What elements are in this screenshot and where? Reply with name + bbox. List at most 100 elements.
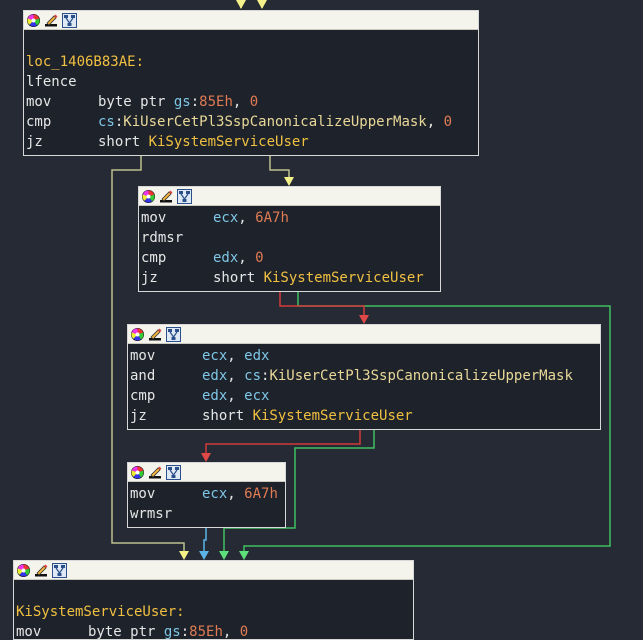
branch-target[interactable]: KiSystemServiceUser bbox=[253, 408, 413, 424]
register-operand: ecx bbox=[202, 348, 228, 364]
mnemonic: mov bbox=[26, 94, 52, 110]
operand-text: short bbox=[213, 270, 264, 286]
instruction-line[interactable]: jz short KiSystemServiceUser bbox=[130, 406, 600, 426]
color-wheel-icon[interactable] bbox=[130, 465, 145, 480]
mnemonic: jz bbox=[141, 270, 158, 286]
code-label[interactable]: KiSystemServiceUser: bbox=[16, 602, 413, 622]
operand-text: , bbox=[227, 348, 245, 364]
instruction-line[interactable]: and edx, cs:KiUserCetPl3SspCanonicalizeUp… bbox=[130, 366, 600, 386]
immediate-operand: 85Eh bbox=[199, 94, 233, 110]
segment-register: cs bbox=[98, 114, 115, 130]
instruction-line[interactable]: mov ecx, edx bbox=[130, 346, 600, 366]
graph-view-icon[interactable] bbox=[52, 562, 67, 578]
incoming-edges bbox=[236, 0, 267, 9]
register-operand: edx bbox=[213, 250, 239, 266]
instruction-line[interactable]: cmp cs:KiUserCetPl3SspCanonicalizeUpperMa… bbox=[26, 112, 478, 132]
mnemonic: wrmsr bbox=[130, 506, 173, 522]
edit-pen-icon[interactable] bbox=[148, 327, 163, 342]
mnemonic: lfence bbox=[26, 74, 77, 90]
register-operand: ecx bbox=[244, 388, 270, 404]
edge-node2-to-node3[interactable] bbox=[279, 292, 369, 324]
operand-text: , bbox=[232, 94, 250, 110]
graph-view-icon[interactable] bbox=[166, 326, 181, 342]
node-header[interactable] bbox=[128, 325, 600, 344]
node-body: mov ecx, 6A7h wrmsr bbox=[128, 482, 285, 524]
symbol-reference[interactable]: KiUserCetPl3SspCanonicalizeUpperMask bbox=[269, 368, 572, 384]
instruction-line[interactable]: rdmsr bbox=[141, 228, 440, 248]
node-header[interactable] bbox=[139, 187, 440, 206]
mnemonic: mov bbox=[130, 486, 156, 502]
edge-node3-to-node4[interactable] bbox=[201, 430, 361, 462]
edge-node1-to-node2[interactable] bbox=[269, 156, 294, 186]
branch-target[interactable]: KiSystemServiceUser bbox=[149, 134, 309, 150]
graph-view-icon[interactable] bbox=[177, 188, 192, 204]
mnemonic: mov bbox=[141, 210, 167, 226]
node-body: KiSystemServiceUser: mov byte ptr gs:85Eh,… bbox=[14, 580, 413, 640]
immediate-operand: 0 bbox=[443, 114, 453, 130]
graph-node-rdmsr-block[interactable]: mov ecx, 6A7h rdmsr cmp edx, 0 jz short KiSyst… bbox=[138, 186, 441, 292]
mnemonic: jz bbox=[26, 134, 43, 150]
graph-node-and-mask-block[interactable]: mov ecx, edx and edx, cs:KiUserCetPl3SspCan… bbox=[127, 324, 601, 430]
mnemonic: jz bbox=[130, 408, 147, 424]
operand-text: , bbox=[227, 368, 245, 384]
edit-pen-icon[interactable] bbox=[159, 189, 174, 204]
instruction-line[interactable]: jz short KiSystemServiceUser bbox=[26, 132, 478, 152]
operand-text: : bbox=[190, 94, 200, 110]
color-wheel-icon[interactable] bbox=[26, 13, 41, 28]
instruction-line[interactable]: lfence bbox=[26, 72, 478, 92]
edit-pen-icon[interactable] bbox=[44, 13, 59, 28]
edit-pen-icon[interactable] bbox=[34, 563, 49, 578]
node-header[interactable] bbox=[14, 561, 413, 580]
code-label[interactable]: loc_1406B83AE: bbox=[26, 52, 478, 72]
register-operand: edx bbox=[202, 368, 228, 384]
instruction-line[interactable]: mov byte ptr gs:85Eh, 0 bbox=[26, 92, 478, 112]
immediate-operand: 85Eh bbox=[189, 624, 223, 640]
graph-view-icon[interactable] bbox=[62, 12, 77, 28]
color-wheel-icon[interactable] bbox=[16, 563, 31, 578]
node-body: mov ecx, 6A7h rdmsr cmp edx, 0 jz short KiSyst… bbox=[139, 206, 440, 288]
instruction-line[interactable]: mov ecx, 6A7h bbox=[141, 208, 440, 228]
immediate-operand: 6A7h bbox=[255, 210, 289, 226]
mnemonic: cmp bbox=[26, 114, 52, 130]
register-operand: ecx bbox=[202, 486, 228, 502]
graph-node-wrmsr-block[interactable]: mov ecx, 6A7h wrmsr bbox=[127, 462, 286, 528]
node-header[interactable] bbox=[24, 11, 478, 30]
mnemonic: rdmsr bbox=[141, 230, 184, 246]
color-wheel-icon[interactable] bbox=[130, 327, 145, 342]
graph-view-icon[interactable] bbox=[166, 464, 181, 480]
graph-node-loc-1406b83ae[interactable]: loc_1406B83AE:lfence mov byte ptr gs:85Eh,… bbox=[23, 10, 479, 156]
symbol-reference[interactable]: KiUserCetPl3SspCanonicalizeUpperMask bbox=[123, 114, 426, 130]
operand-text: , bbox=[238, 250, 256, 266]
instruction-line[interactable]: mov byte ptr gs:85Eh, 0 bbox=[16, 622, 413, 640]
graph-node-kisystemserviceuser[interactable]: KiSystemServiceUser: mov byte ptr gs:85Eh,… bbox=[13, 560, 414, 640]
operand-text: , bbox=[227, 486, 245, 502]
immediate-operand: 0 bbox=[239, 624, 249, 640]
operand-text: , bbox=[227, 388, 245, 404]
immediate-operand: 0 bbox=[255, 250, 264, 266]
immediate-operand: 0 bbox=[249, 94, 259, 110]
mnemonic: cmp bbox=[130, 388, 156, 404]
instruction-line[interactable]: mov ecx, 6A7h bbox=[130, 484, 285, 504]
immediate-operand: 6A7h bbox=[244, 486, 278, 502]
mnemonic: and bbox=[130, 368, 156, 384]
instruction-line[interactable]: cmp edx, 0 bbox=[141, 248, 440, 268]
segment-register: gs bbox=[173, 94, 191, 110]
operand-text: , bbox=[238, 210, 256, 226]
mnemonic: cmp bbox=[141, 250, 167, 266]
edge-node4-to-node5[interactable] bbox=[199, 528, 209, 560]
segment-register: cs bbox=[244, 368, 262, 384]
color-wheel-icon[interactable] bbox=[141, 189, 156, 204]
mnemonic: mov bbox=[130, 348, 156, 364]
operand-text: short bbox=[202, 408, 253, 424]
instruction-line[interactable]: cmp edx, ecx bbox=[130, 386, 600, 406]
instruction-line[interactable]: wrmsr bbox=[130, 504, 285, 524]
branch-target[interactable]: KiSystemServiceUser bbox=[264, 270, 424, 286]
edit-pen-icon[interactable] bbox=[148, 465, 163, 480]
node-header[interactable] bbox=[128, 463, 285, 482]
instruction-line[interactable]: jz short KiSystemServiceUser bbox=[141, 268, 440, 288]
operand-text: short bbox=[98, 134, 149, 150]
operand-text: : bbox=[180, 624, 190, 640]
segment-register: gs bbox=[163, 624, 181, 640]
